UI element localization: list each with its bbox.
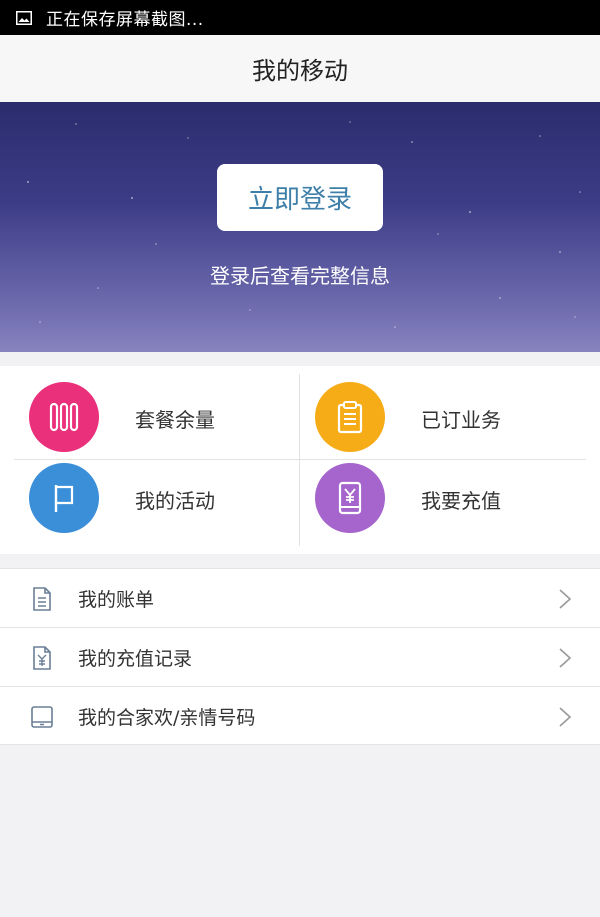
grid-item-subscribed-services[interactable]: 已订业务 bbox=[300, 366, 600, 460]
clipboard-icon bbox=[315, 382, 385, 452]
quick-function-grid: 套餐余量 已订业务 我的活动 我要充值 bbox=[0, 366, 600, 554]
grid-label: 已订业务 bbox=[421, 408, 501, 432]
status-bar: 正在保存屏幕截图... bbox=[0, 0, 600, 35]
menu-item-family-numbers[interactable]: 我的合家欢/亲情号码 bbox=[0, 687, 600, 745]
document-icon bbox=[33, 587, 51, 611]
login-hint: 登录后查看完整信息 bbox=[210, 264, 390, 288]
yen-document-icon bbox=[33, 646, 51, 670]
page-title: 我的移动 bbox=[252, 57, 348, 85]
menu-item-label: 我的充值记录 bbox=[78, 647, 193, 670]
flag-icon bbox=[29, 463, 99, 533]
menu-list: 我的账单 我的充值记录 我的合家欢/亲情号码 bbox=[0, 568, 600, 745]
status-text: 正在保存屏幕截图... bbox=[46, 10, 204, 30]
grid-item-my-activities[interactable]: 我的活动 bbox=[0, 460, 300, 554]
grid-item-recharge[interactable]: 我要充值 bbox=[300, 460, 600, 554]
login-button[interactable]: 立即登录 bbox=[217, 164, 383, 231]
chevron-right-icon bbox=[559, 589, 572, 609]
menu-item-my-bill[interactable]: 我的账单 bbox=[0, 569, 600, 627]
menu-item-recharge-history[interactable]: 我的充值记录 bbox=[0, 628, 600, 686]
grid-item-package-balance[interactable]: 套餐余量 bbox=[0, 366, 300, 460]
menu-item-label: 我的账单 bbox=[78, 588, 155, 611]
phone-yen-icon bbox=[315, 463, 385, 533]
chevron-right-icon bbox=[559, 648, 572, 668]
image-icon bbox=[16, 10, 32, 25]
login-banner: 立即登录 登录后查看完整信息 bbox=[0, 102, 600, 352]
chevron-right-icon bbox=[559, 707, 572, 727]
title-bar: 我的移动 bbox=[0, 35, 600, 102]
tablet-icon bbox=[31, 706, 53, 728]
grid-label: 我要充值 bbox=[421, 489, 501, 513]
menu-item-label: 我的合家欢/亲情号码 bbox=[78, 706, 256, 729]
grid-label: 我的活动 bbox=[135, 489, 215, 513]
bars-icon bbox=[29, 382, 99, 452]
grid-label: 套餐余量 bbox=[135, 408, 215, 432]
